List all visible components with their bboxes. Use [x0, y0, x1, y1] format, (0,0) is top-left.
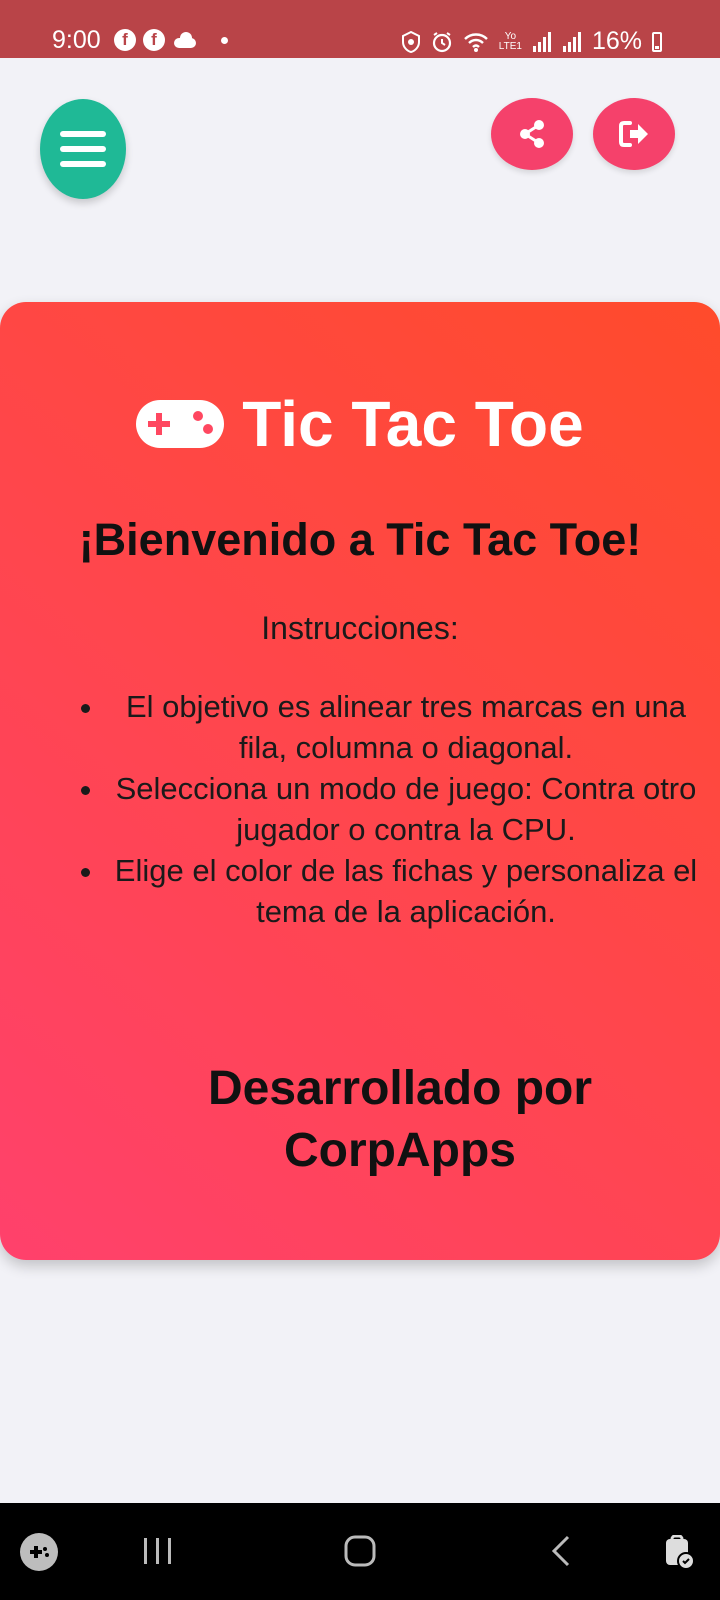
cloud-icon [172, 32, 198, 48]
gamepad-icon [30, 1546, 49, 1558]
facebook-icon: f [143, 29, 165, 51]
app-title: Tic Tac Toe [242, 388, 584, 460]
menu-button[interactable] [40, 99, 126, 199]
app-title-row: Tic Tac Toe [0, 387, 720, 461]
navigation-bar [0, 1503, 720, 1600]
home-icon [344, 1535, 376, 1567]
logout-button[interactable] [593, 98, 675, 170]
game-launcher-button[interactable] [20, 1533, 58, 1571]
gamepad-icon [136, 400, 225, 448]
recents-icon [144, 1538, 171, 1564]
battery-icon [652, 31, 662, 52]
instructions-label: Instrucciones: [261, 610, 459, 646]
status-bar: 9:00 f f Yo LTE1 16% [0, 0, 720, 58]
menu-icon [60, 131, 106, 167]
instruction-item: Elige el color de las fichas y personali… [106, 850, 706, 932]
vpn-icon [401, 30, 420, 53]
back-button[interactable] [546, 1533, 576, 1569]
developer-text: Desarrollado por CorpApps [207, 1062, 593, 1177]
network-type-label: LTE1 [498, 40, 522, 52]
instruction-item: El objetivo es alinear tres marcas en un… [106, 686, 706, 768]
alarm-icon [432, 31, 451, 52]
status-time: 9:00 [52, 26, 101, 54]
network-label: Yo LTE1 [498, 31, 522, 52]
back-icon [551, 1535, 570, 1567]
lock-icon [666, 1535, 695, 1570]
pinned-app-button[interactable] [660, 1533, 700, 1573]
signal-icon [562, 31, 581, 52]
instructions-list: El objetivo es alinear tres marcas en un… [64, 686, 706, 932]
system-icons: Yo LTE1 16% [401, 27, 662, 56]
signal-icon [532, 31, 551, 52]
battery-percent: 16% [591, 27, 642, 55]
dot-icon [221, 36, 228, 44]
logout-icon [619, 121, 648, 147]
home-button[interactable] [342, 1533, 378, 1569]
instruction-item: Selecciona un modo de juego: Contra otro… [106, 768, 706, 850]
welcome-heading: ¡Bienvenido a Tic Tac Toe! [78, 514, 642, 565]
share-button[interactable] [491, 98, 573, 170]
welcome-card: Tic Tac Toe ¡Bienvenido a Tic Tac Toe! I… [0, 302, 720, 1260]
wifi-icon [463, 32, 488, 52]
recents-button[interactable] [140, 1533, 176, 1569]
facebook-icon: f [114, 29, 136, 51]
notification-icons: f f [114, 29, 228, 51]
share-icon [520, 120, 544, 148]
developer-credit: Desarrollado por CorpApps [0, 1058, 720, 1182]
